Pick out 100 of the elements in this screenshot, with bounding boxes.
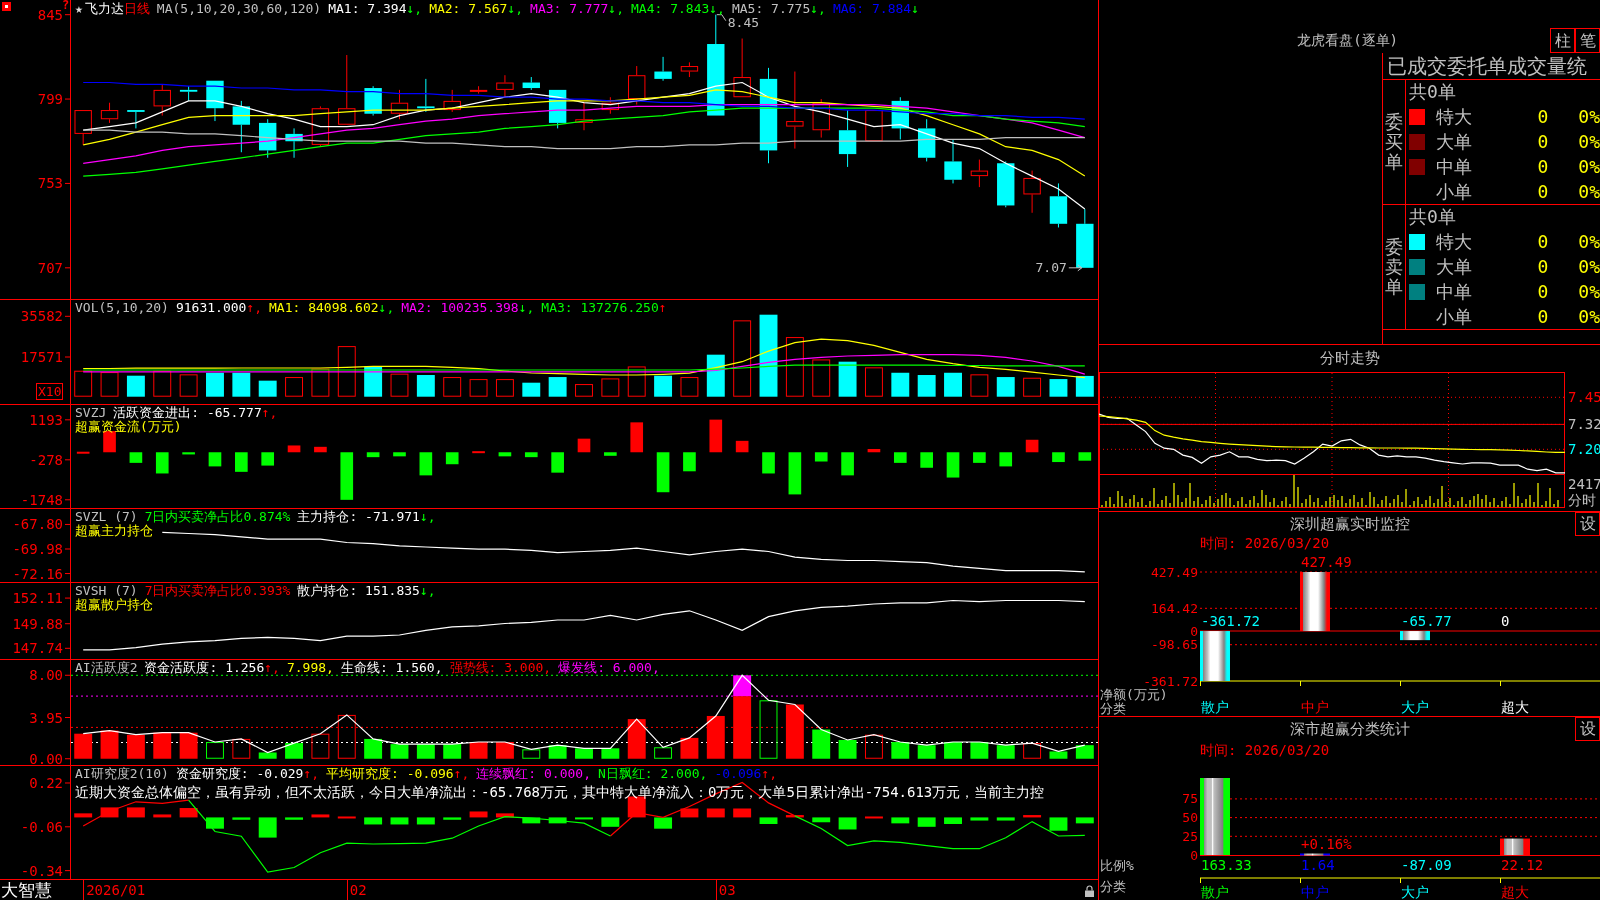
research-bar bbox=[206, 817, 224, 829]
percent-label: +0.16% bbox=[1301, 835, 1352, 852]
fund-flow-bar bbox=[604, 452, 617, 456]
axis-tick-label: 17571 bbox=[20, 349, 63, 365]
research-bar bbox=[917, 817, 936, 827]
research-bar bbox=[970, 817, 989, 821]
candlestick bbox=[496, 74, 514, 98]
axis-title: 分类 bbox=[1100, 878, 1126, 894]
trend-arrow: ↓, bbox=[419, 510, 436, 524]
research-bar bbox=[258, 817, 277, 838]
activity-bar bbox=[654, 747, 673, 759]
fund-flow-bar bbox=[973, 452, 986, 463]
category-label: 中户 bbox=[1301, 884, 1329, 900]
view-toggle-button[interactable]: 笔 bbox=[1575, 28, 1600, 53]
volume-bar bbox=[522, 382, 541, 397]
activity-bar bbox=[627, 719, 646, 759]
volume-bar bbox=[838, 361, 857, 397]
order-share: 0% bbox=[1578, 256, 1600, 277]
volume-bar bbox=[416, 375, 435, 397]
axis-tick-label: -72.16 bbox=[12, 565, 63, 582]
activity-bar bbox=[285, 743, 303, 759]
fund-flow-bar bbox=[129, 452, 143, 463]
indicator-value: 散户持仓: 151.835 bbox=[297, 584, 420, 598]
axis-tick-label: 50 bbox=[1182, 810, 1198, 826]
net-amount-bar bbox=[1400, 631, 1430, 641]
order-share: 0% bbox=[1578, 181, 1600, 202]
candlestick bbox=[970, 159, 989, 188]
research-bar bbox=[733, 808, 752, 818]
order-size-label: 中单 bbox=[1436, 279, 1472, 304]
research-bar bbox=[944, 817, 962, 824]
activity-bar bbox=[575, 748, 593, 759]
category-label: 中户 bbox=[1301, 699, 1329, 715]
trend-arrow: ↓, bbox=[709, 2, 725, 16]
indicator-value: 活跃资金进出: -65.777 bbox=[113, 406, 262, 420]
order-count: 0 bbox=[1537, 156, 1549, 177]
research-bar bbox=[838, 817, 857, 830]
logo-text: 大智慧 bbox=[1, 881, 52, 900]
star-symbol: ★ bbox=[75, 2, 83, 16]
fund-flow-bar bbox=[735, 440, 749, 453]
activity-bar bbox=[258, 752, 277, 759]
activity-bar bbox=[522, 749, 541, 759]
activity-bar bbox=[917, 745, 936, 759]
trend-arrow: ↑, bbox=[761, 767, 778, 781]
research-bar bbox=[390, 817, 409, 825]
axis-tick-label: 707 bbox=[37, 259, 63, 276]
candlestick bbox=[390, 89, 409, 120]
time-scale-label: 分时 bbox=[1568, 492, 1596, 508]
candlestick bbox=[997, 160, 1015, 208]
fund-flow-bar bbox=[155, 452, 169, 474]
research-bar bbox=[443, 817, 462, 820]
activity-bar bbox=[1023, 743, 1042, 759]
indicator-value: 7日内买卖净占比0.874% bbox=[144, 510, 291, 524]
research-bar bbox=[680, 808, 699, 818]
volume-bar bbox=[996, 377, 1015, 397]
research-bar bbox=[364, 817, 383, 825]
settings-button[interactable]: 设 bbox=[1575, 717, 1600, 741]
volume-bar bbox=[1075, 375, 1094, 397]
activity-bar bbox=[680, 737, 699, 759]
fund-flow-bar bbox=[445, 452, 459, 465]
category-label: 超大 bbox=[1501, 699, 1529, 715]
trend-arrow: ↑, bbox=[246, 301, 263, 315]
category-label: 超大 bbox=[1501, 884, 1529, 900]
axis-tick-label: 25 bbox=[1182, 828, 1198, 844]
indicator-value: MA1: 84098.602 bbox=[269, 301, 379, 315]
candlestick bbox=[232, 100, 251, 153]
axis-tick-label: 0 bbox=[1190, 623, 1198, 639]
research-bar bbox=[1075, 817, 1094, 824]
activity-bar bbox=[891, 742, 910, 759]
fund-flow-bar bbox=[867, 449, 881, 453]
indicator-value: MA(5,10,20,30,60,120) bbox=[156, 2, 322, 16]
volume-bar bbox=[258, 380, 277, 397]
axis-tick-label: 0 bbox=[1190, 847, 1198, 863]
indicator-value: 超赢主力持仓 bbox=[75, 524, 153, 538]
axis-tick-label: 147.74 bbox=[12, 640, 63, 657]
order-share: 0% bbox=[1578, 281, 1600, 302]
indicator-value: 超赢资金流(万元) bbox=[75, 420, 182, 434]
candlestick bbox=[285, 127, 303, 159]
view-toggle-button[interactable]: 柱 bbox=[1550, 28, 1575, 53]
axis-tick-label: 35582 bbox=[20, 308, 63, 325]
order-size-label: 特大 bbox=[1436, 229, 1472, 254]
research-bar bbox=[74, 813, 93, 818]
settings-button[interactable]: 设 bbox=[1575, 512, 1600, 536]
fund-flow-bar bbox=[762, 452, 775, 474]
candlestick bbox=[1049, 182, 1068, 228]
volume-bar bbox=[706, 354, 725, 397]
square-icon bbox=[2, 2, 11, 11]
help-mark[interactable]: ? bbox=[62, 0, 70, 12]
activity-bar bbox=[601, 748, 620, 759]
volume-bar bbox=[548, 377, 567, 397]
panel-title: 深市超赢分类统计 bbox=[1289, 719, 1410, 739]
value-label: -65.77 bbox=[1401, 613, 1452, 630]
candlestick bbox=[522, 76, 540, 91]
indicator-value: 连续飘红: 0.000, bbox=[476, 767, 591, 781]
axis-title: 净额(万元) bbox=[1100, 686, 1168, 702]
category-label: 散户 bbox=[1201, 699, 1229, 715]
trend-arrow: ↓, bbox=[406, 2, 423, 16]
order-count: 0 bbox=[1537, 106, 1549, 127]
candlestick bbox=[417, 78, 435, 113]
trend-arrow: ↓, bbox=[378, 301, 395, 315]
candlestick bbox=[838, 109, 857, 168]
